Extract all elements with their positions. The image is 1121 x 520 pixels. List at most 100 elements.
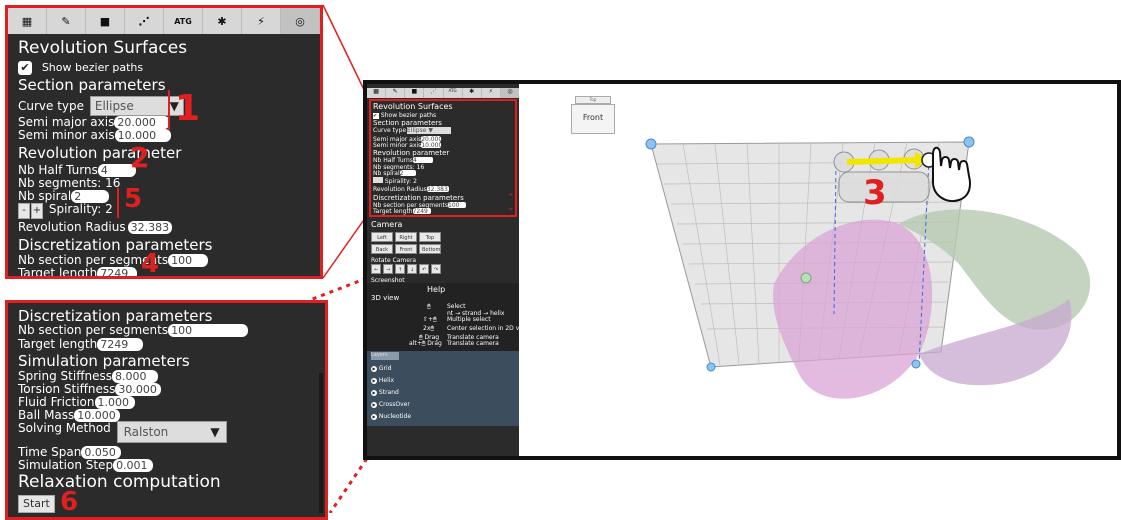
camera-top-button[interactable]: Top <box>419 232 441 242</box>
rotate-up-icon[interactable]: ↑ <box>395 264 405 274</box>
layer-crossover[interactable]: ▶ CrossOver <box>371 401 410 408</box>
app-revolution-param: Revolution parameter <box>373 149 450 157</box>
strand-icon[interactable]: ⋰ <box>424 88 444 98</box>
viewport-3d[interactable]: Top Front 3 <box>519 84 1117 456</box>
app-radius-input[interactable]: 32.383 <box>426 186 449 193</box>
rotate-left-icon[interactable]: ← <box>371 264 381 274</box>
solving-label: Solving Method <box>18 421 111 435</box>
revolution-radius-label: Revolution Radius <box>18 220 126 234</box>
pencil-icon[interactable]: ✎ <box>47 8 86 34</box>
rotate-right-icon[interactable]: → <box>383 264 393 274</box>
checkbox-icon[interactable]: ▶ <box>371 413 377 420</box>
app-semi-minor-label: Semi minor axis <box>373 142 422 149</box>
chevron-down-icon[interactable]: ⌄ <box>507 203 515 213</box>
nb-section-row-2: Nb section per segments 100 <box>18 323 249 337</box>
magic-wand-icon[interactable]: ⚡ <box>482 88 501 98</box>
camera-right-button[interactable]: Right <box>395 232 417 242</box>
rotate-ccw-icon[interactable]: ↶ <box>419 264 429 274</box>
app-half-turns-input[interactable]: 4 <box>412 157 433 164</box>
app-show-bezier[interactable]: ✔ Show bezier paths <box>373 112 436 119</box>
layer-strand[interactable]: ▶ Strand <box>371 389 399 396</box>
app-revolution-radius: Revolution Radius32.383 <box>373 186 449 193</box>
camera-front-button[interactable]: Front <box>395 244 417 254</box>
atg-tab[interactable]: ATG <box>444 88 463 98</box>
curve-type-row: Curve type Ellipse ▼ <box>18 96 184 116</box>
strand-icon[interactable]: ⋰ <box>125 8 164 34</box>
nb-spiral-label: Nb spiral <box>18 189 72 203</box>
target-icon[interactable]: ◎ <box>281 8 320 34</box>
grid-icon[interactable]: ▦ <box>367 88 387 98</box>
start-button[interactable]: Start <box>18 495 55 513</box>
checkbox-icon[interactable]: ▶ <box>371 365 377 372</box>
ball-row: Ball Mass 10.000 <box>18 408 121 422</box>
annotation-4: 4 <box>141 249 160 279</box>
checkbox-checked-icon[interactable]: ✔ <box>18 60 32 75</box>
app-curve-select[interactable]: Ellipse ▼ <box>407 127 452 134</box>
panel-title: Revolution Surfaces <box>18 38 188 58</box>
app-section-params: Section parameters <box>373 119 442 127</box>
time-span-row: Time Span 0.050 <box>18 445 122 459</box>
target-length-label-2: Target length <box>18 337 98 351</box>
app-nb-spiral-input[interactable]: 2 <box>399 170 416 177</box>
camera-icon[interactable]: ■ <box>405 88 425 98</box>
control-point[interactable] <box>800 272 812 284</box>
app-target-length: Target length7249 <box>373 208 431 215</box>
control-point[interactable] <box>963 136 975 148</box>
target-length-input[interactable]: 7249 <box>97 267 138 276</box>
pencil-icon[interactable]: ✎ <box>386 88 406 98</box>
magic-wand-icon[interactable]: ⚡ <box>242 8 281 34</box>
app-sidebar: ▦ ✎ ■ ⋰ ATG ✱ ⚡ ◎ Revolution Surfaces ✔ … <box>367 84 530 456</box>
rotate-down-icon[interactable]: ↓ <box>407 264 417 274</box>
app-target-length-label: Target length <box>373 208 413 215</box>
layer-helix[interactable]: ▶ Helix <box>371 377 394 384</box>
show-bezier-row[interactable]: ✔ Show bezier paths <box>18 60 143 75</box>
shift-mouse-icon: ⇧+🖱 <box>423 316 437 323</box>
rotate-buttons: ← → ↑ ↓ ↶ ↷ <box>371 264 441 274</box>
grid-icon[interactable]: ▦ <box>8 8 47 34</box>
minus-button[interactable]: - <box>18 203 30 219</box>
target-length-input-2[interactable]: 7249 <box>97 338 144 351</box>
rotate-cw-icon[interactable]: ↷ <box>431 264 441 274</box>
control-point[interactable] <box>911 359 921 369</box>
panel-scrollbar[interactable] <box>319 373 323 513</box>
solving-select[interactable]: Ralston ▼ <box>116 421 227 443</box>
sim-step-row: Simulation Step 0.001 <box>18 458 154 472</box>
nb-section-input[interactable]: 100 <box>168 254 209 267</box>
gear-icon[interactable]: ✱ <box>203 8 242 34</box>
app-nb-section-input[interactable]: 100 <box>448 202 467 209</box>
camera-icon[interactable]: ■ <box>86 8 125 34</box>
gear-icon[interactable]: ✱ <box>463 88 482 98</box>
app-minus-plus-buttons[interactable] <box>373 177 383 183</box>
app-nb-spiral: Nb spiral2 <box>373 170 416 177</box>
app-spirality-text: Spirality: 2 <box>384 178 417 185</box>
sim-step-input[interactable]: 0.001 <box>113 459 154 472</box>
time-span-label: Time Span <box>18 445 82 459</box>
layer-nucleotide[interactable]: ▶ Nucleotide <box>371 413 411 420</box>
app-semi-minor-input[interactable]: 10.000 <box>421 142 442 149</box>
control-point[interactable] <box>706 362 716 372</box>
revolution-radius-input[interactable]: 32.383 <box>127 221 172 234</box>
app-spirality: Spirality: 2 <box>373 177 417 185</box>
zoomed-revolution-panel: ▦ ✎ ■ ⋰ ATG ✱ ⚡ ◎ Revolution Surfaces ✔ … <box>5 5 323 279</box>
camera-bottom-button[interactable]: Bottom <box>419 244 441 254</box>
target-icon[interactable]: ◎ <box>500 88 519 98</box>
camera-left-button[interactable]: Left <box>371 232 393 242</box>
camera-back-button[interactable]: Back <box>371 244 393 254</box>
checkbox-icon[interactable]: ▶ <box>371 401 377 408</box>
layer-grid[interactable]: ▶ Grid <box>371 365 392 372</box>
help-row-0: Select <box>447 303 466 310</box>
app-target-length-input[interactable]: 7249 <box>412 208 431 215</box>
plus-button[interactable]: + <box>31 203 43 219</box>
show-bezier-label: Show bezier paths <box>41 61 144 74</box>
control-point[interactable] <box>645 138 657 150</box>
chevron-up-icon[interactable]: ⌃ <box>507 193 515 203</box>
atg-tab[interactable]: ATG <box>164 8 203 34</box>
checkbox-icon[interactable]: ▶ <box>371 389 377 396</box>
target-length-label: Target length <box>18 266 98 279</box>
app-toolbar: ▦ ✎ ■ ⋰ ATG ✱ ⚡ ◎ <box>367 88 519 98</box>
app-camera-buttons: Left Right Top Back Front Bottom <box>371 232 443 254</box>
checkbox-icon[interactable]: ▶ <box>371 377 377 384</box>
spirality-row: - + Spirality: 2 <box>18 202 113 219</box>
target-length-row-2: Target length 7249 <box>18 337 144 351</box>
nb-section-input-2[interactable]: 100 <box>168 324 249 337</box>
